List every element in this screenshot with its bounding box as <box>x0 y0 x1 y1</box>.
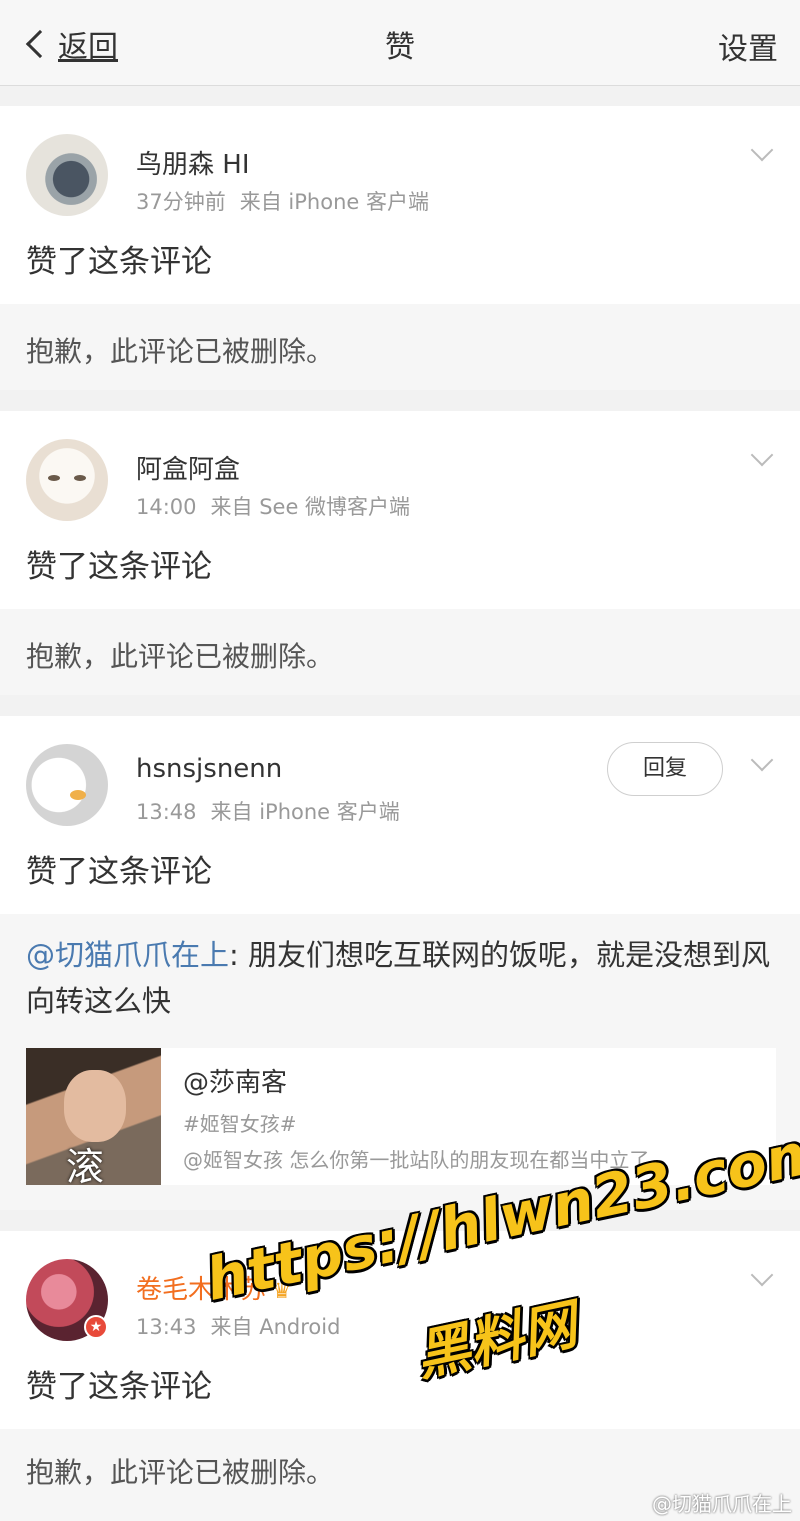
action-text: 赞了这条评论 <box>26 854 212 890</box>
source-client: 来自 Android <box>210 1315 341 1339</box>
attachment-title: @莎南客 <box>183 1068 288 1098</box>
username[interactable]: 卷毛木木苏 ♛ <box>136 1269 292 1306</box>
like-card: hsnsjsnenn 13:48 来自 iPhone 客户端 回复 赞了这条评论 <box>0 716 800 914</box>
thumbnail-overlay-text: 滚 <box>66 1145 105 1185</box>
like-card: ★ 卷毛木木苏 ♛ 13:43 来自 Android 赞了这条评论 <box>0 1231 800 1429</box>
back-button[interactable]: 返回 <box>22 22 118 66</box>
back-label: 返回 <box>58 30 118 65</box>
chevron-down-icon[interactable] <box>750 138 774 162</box>
source-client: 来自 iPhone 客户端 <box>210 800 400 824</box>
attachment-hashtag: #姬智女孩# <box>183 1112 297 1136</box>
attachment-description: @姬智女孩 怎么你第一批站队的朋友现在都当中立了 <box>183 1148 650 1172</box>
action-text: 赞了这条评论 <box>26 1369 212 1405</box>
source-client: 来自 iPhone 客户端 <box>239 190 429 214</box>
like-card: 阿盒阿盒 14:00 来自 See 微博客户端 赞了这条评论 <box>0 411 800 609</box>
action-text: 赞了这条评论 <box>26 244 212 280</box>
verified-badge-icon: ★ <box>84 1315 108 1339</box>
deleted-comment: 抱歉，此评论已被删除。 <box>0 609 800 695</box>
deleted-text: 抱歉，此评论已被删除。 <box>26 1456 335 1489</box>
username-text: 卷毛木木苏 <box>136 1275 267 1305</box>
avatar[interactable] <box>26 134 108 216</box>
timestamp: 13:48 <box>136 800 197 824</box>
avatar[interactable] <box>26 439 108 521</box>
crown-icon: ♛ <box>272 1279 292 1304</box>
deleted-comment: 抱歉，此评论已被删除。 <box>0 304 800 390</box>
quoted-text: @切猫爪爪在上: 朋友们想吃互联网的饭呢，就是没想到风向转这么快 <box>26 932 778 1024</box>
nav-bar: 返回 赞 设置 <box>0 0 800 86</box>
post-meta: 13:43 来自 Android <box>136 1311 340 1341</box>
post-meta: 37分钟前 来自 iPhone 客户端 <box>136 186 429 216</box>
action-text: 赞了这条评论 <box>26 549 212 585</box>
attachment-card[interactable]: 滚 @莎南客 #姬智女孩# @姬智女孩 怎么你第一批站队的朋友现在都当中立了 <box>26 1048 776 1185</box>
username[interactable]: 鸟朋森 HI <box>136 144 249 181</box>
attachment-thumbnail: 滚 <box>26 1048 161 1185</box>
deleted-comment: 抱歉，此评论已被删除。 <box>0 1429 800 1521</box>
like-card: 鸟朋森 HI 37分钟前 来自 iPhone 客户端 赞了这条评论 <box>0 106 800 304</box>
quoted-comment[interactable]: @切猫爪爪在上: 朋友们想吃互联网的饭呢，就是没想到风向转这么快 滚 @莎南客 … <box>0 914 800 1210</box>
username[interactable]: hsnsjsnenn <box>136 754 282 784</box>
avatar[interactable] <box>26 744 108 826</box>
timestamp: 13:43 <box>136 1315 197 1339</box>
post-meta: 13:48 来自 iPhone 客户端 <box>136 796 400 826</box>
timestamp: 37分钟前 <box>136 190 226 214</box>
chevron-down-icon[interactable] <box>750 748 774 772</box>
mention-link[interactable]: @切猫爪爪在上 <box>26 938 229 972</box>
page-title: 赞 <box>385 30 415 65</box>
settings-button[interactable]: 设置 <box>718 24 778 68</box>
reply-button[interactable]: 回复 <box>607 742 723 796</box>
post-meta: 14:00 来自 See 微博客户端 <box>136 491 410 521</box>
chevron-down-icon[interactable] <box>750 443 774 467</box>
deleted-text: 抱歉，此评论已被删除。 <box>26 335 335 368</box>
source-client: 来自 See 微博客户端 <box>210 495 411 519</box>
timestamp: 14:00 <box>136 495 197 519</box>
chevron-down-icon[interactable] <box>750 1263 774 1287</box>
deleted-text: 抱歉，此评论已被删除。 <box>26 640 335 673</box>
username[interactable]: 阿盒阿盒 <box>136 449 240 486</box>
chevron-left-icon <box>25 29 55 59</box>
